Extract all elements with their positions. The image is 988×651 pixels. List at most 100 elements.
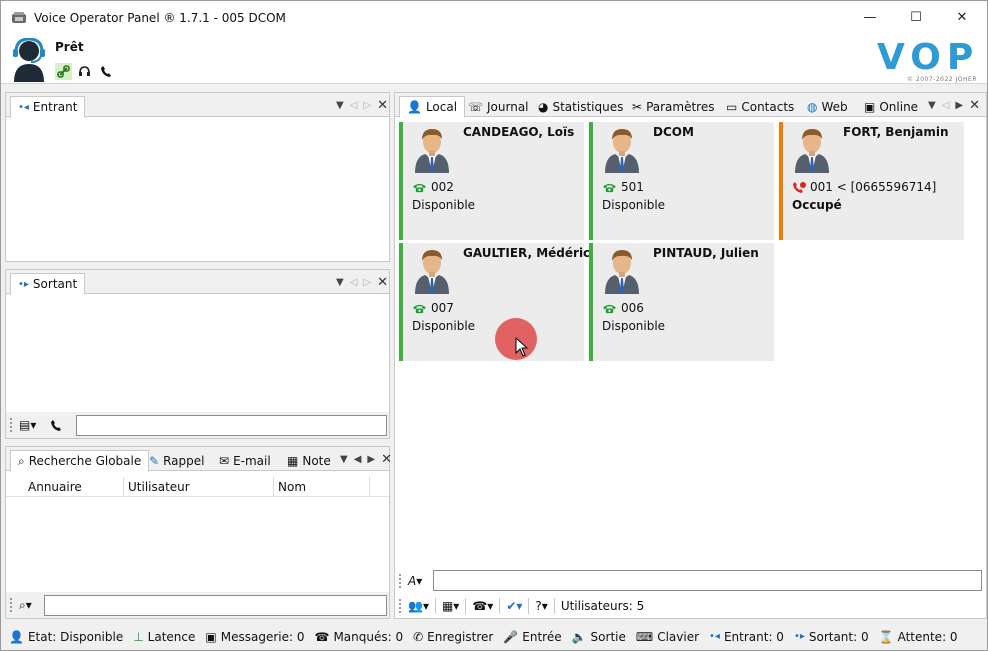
status-state[interactable]: 👤 Etat: Disponible	[9, 630, 123, 644]
tab-left-icon[interactable]: ◁	[350, 100, 358, 111]
tab-contacts-label: Contacts	[741, 100, 795, 114]
tab-incoming[interactable]: •◂ Entrant	[10, 96, 86, 118]
tab-right-icon[interactable]: ▶	[955, 100, 963, 111]
tab-local[interactable]: 👤 Local	[399, 96, 466, 118]
user-card[interactable]: FORT, Benjamin 001 < [0665596714] Occupé	[779, 122, 964, 240]
status-outgoing[interactable]: •▸ Sortant: 0	[794, 630, 869, 644]
tab-left-icon[interactable]: ◁	[942, 100, 950, 111]
toolbar-grip[interactable]	[10, 418, 13, 432]
incoming-tabstrip: •◂ Entrant ▼ ◁ ▷ ✕	[6, 93, 389, 118]
toolbar-grip[interactable]	[10, 598, 13, 612]
search-input[interactable]	[44, 595, 387, 616]
close-panel-icon[interactable]: ✕	[377, 275, 388, 290]
tab-menu-icon[interactable]: ▼	[336, 100, 344, 111]
close-panel-icon[interactable]: ✕	[381, 452, 392, 467]
status-output[interactable]: 🔈 Sortie	[572, 630, 626, 644]
status-record[interactable]: ✆ Enregistrer	[413, 630, 493, 644]
status-incoming[interactable]: •◂ Entrant: 0	[709, 630, 784, 644]
save-menu-icon[interactable]: ▤▾	[19, 418, 36, 432]
link-icon[interactable]	[55, 63, 72, 80]
toolbar-grip[interactable]	[399, 574, 402, 588]
phone-menu[interactable]: ☎▾	[466, 598, 501, 614]
tools-icon: ✂	[632, 100, 643, 114]
headset-icon[interactable]	[76, 63, 93, 80]
user-name: FORT, Benjamin	[843, 125, 949, 139]
microphone-icon: 🎤	[503, 629, 519, 644]
outgoing-tab-controls: ▼ ◁ ▷ ✕	[336, 275, 388, 290]
column-directory[interactable]: Annuaire	[6, 477, 124, 496]
dial-toolbar: ▤▾	[6, 412, 389, 438]
tab-online-label: Online	[879, 100, 919, 114]
minimize-button[interactable]: —	[847, 1, 893, 34]
keyboard-icon: ⌨	[635, 629, 654, 644]
user-state: Disponible	[602, 198, 666, 212]
incoming-panel: •◂ Entrant ▼ ◁ ▷ ✕	[5, 92, 390, 262]
phone-icon[interactable]	[97, 63, 114, 80]
tab-statistics[interactable]: ◕ Statistiques	[531, 96, 630, 118]
tab-left-icon[interactable]: ◀	[354, 454, 362, 465]
user-icon: 👤	[407, 100, 422, 114]
pin-icon: ✎	[149, 454, 160, 468]
status-missed[interactable]: ☎ Manqués: 0	[314, 630, 403, 644]
users-icon: 👥▾	[408, 599, 429, 613]
incoming-arrow-icon: •◂	[18, 101, 29, 113]
message-input[interactable]	[433, 570, 982, 591]
tab-callback[interactable]: ✎ Rappel	[142, 450, 211, 472]
status-state-label: Etat: Disponible	[27, 629, 124, 644]
font-menu-icon[interactable]: A▾	[408, 574, 422, 588]
tab-menu-icon[interactable]: ▼	[928, 100, 936, 111]
tab-left-icon[interactable]: ◁	[350, 277, 358, 288]
status-latency[interactable]: ⊥ Latence	[133, 630, 195, 644]
extension-number: 001 < [0665596714]	[810, 180, 937, 194]
tab-settings[interactable]: ✂ Paramètres	[625, 96, 721, 118]
user-card[interactable]: GAULTIER, Médérick 007 Disponible	[399, 243, 598, 361]
window-title: Voice Operator Panel ® 1.7.1 - 005 DCOM	[34, 10, 286, 25]
user-extension: 002	[412, 180, 454, 194]
status-input[interactable]: 🎤 Entrée	[503, 630, 561, 644]
tab-incoming-label: Entrant	[32, 100, 78, 114]
user-state: Disponible	[412, 319, 476, 333]
maximize-button[interactable]: ☐	[893, 1, 939, 34]
speaker-icon: 🔈	[571, 629, 587, 644]
column-name[interactable]: Nom	[274, 477, 370, 496]
search-toolbar: ⌕▾	[6, 592, 389, 618]
close-panel-icon[interactable]: ✕	[969, 98, 980, 113]
record-icon: ✆	[413, 629, 424, 644]
status-voicemail[interactable]: ▣ Messagerie: 0	[205, 630, 304, 644]
tab-contacts[interactable]: ▭ Contacts	[719, 96, 801, 118]
column-user[interactable]: Utilisateur	[124, 477, 274, 496]
tab-email[interactable]: ✉ E-mail	[212, 450, 278, 472]
help-menu[interactable]: ?▾	[529, 598, 555, 614]
status-keyboard[interactable]: ⌨ Clavier	[636, 630, 699, 644]
layout-menu[interactable]: ▦▾	[436, 598, 467, 614]
dial-input[interactable]	[76, 415, 387, 436]
tab-note[interactable]: ▦ Note	[280, 450, 338, 472]
mouse-cursor-icon	[515, 337, 529, 357]
email-icon: ✉	[219, 454, 230, 468]
users-panel: 👤 Local ☏ Journal ◕ Statistiques ✂ Param…	[394, 92, 987, 619]
tab-menu-icon[interactable]: ▼	[340, 454, 348, 465]
user-card[interactable]: CANDEAGO, Loïs 002 Disponible	[399, 122, 584, 240]
help-icon: ?▾	[535, 599, 548, 613]
user-icon: 👤	[9, 629, 24, 644]
user-extension: 006	[602, 301, 644, 315]
search-menu-icon[interactable]: ⌕▾	[19, 598, 32, 613]
tab-outgoing[interactable]: •▸ Sortant	[10, 273, 86, 295]
user-filter-menu[interactable]: 👥▾	[402, 598, 436, 614]
check-menu[interactable]: ✔▾	[500, 598, 530, 614]
status-waiting[interactable]: ⌛ Attente: 0	[879, 630, 958, 644]
tab-global-search[interactable]: ⌕ Recherche Globale	[10, 450, 150, 472]
close-window-button[interactable]: ✕	[939, 1, 985, 34]
tab-journal[interactable]: ☏ Journal	[461, 96, 536, 118]
tab-online[interactable]: ▣ Online	[857, 96, 925, 118]
tab-web[interactable]: ◍ Web	[800, 96, 855, 118]
operator-status: Prêt	[55, 40, 84, 54]
close-panel-icon[interactable]: ✕	[377, 98, 388, 113]
tab-right-icon[interactable]: ▶	[367, 454, 375, 465]
user-card[interactable]: DCOM 501 Disponible	[589, 122, 774, 240]
tab-right-icon[interactable]: ▷	[363, 100, 371, 111]
dial-phone-icon[interactable]	[50, 419, 62, 432]
user-card[interactable]: PINTAUD, Julien 006 Disponible	[589, 243, 774, 361]
tab-menu-icon[interactable]: ▼	[336, 277, 344, 288]
tab-right-icon[interactable]: ▷	[363, 277, 371, 288]
